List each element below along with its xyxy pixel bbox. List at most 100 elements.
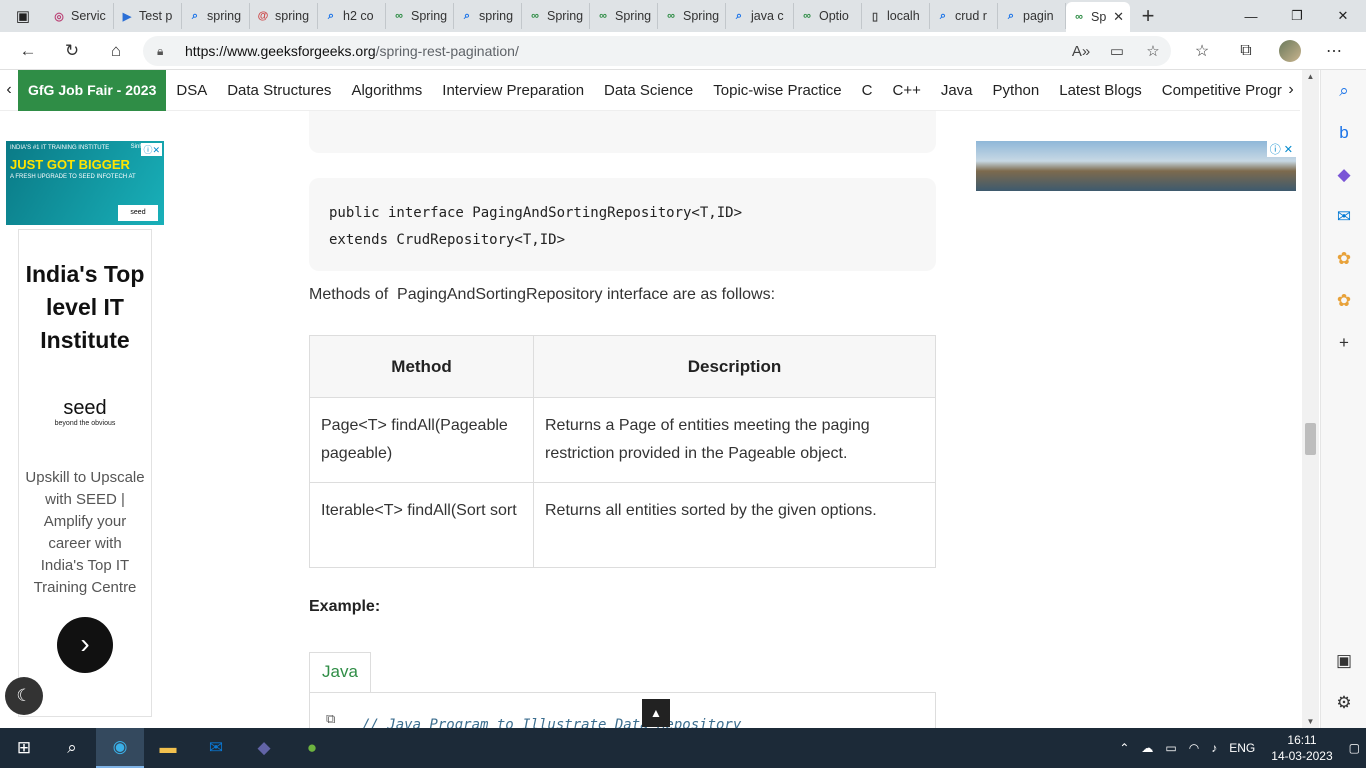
scroll-up-icon[interactable]: ▲: [1302, 72, 1319, 81]
browser-tab-label: crud r: [955, 9, 987, 23]
browser-tab[interactable]: ◎ Servic: [46, 3, 114, 29]
nav-left-arrow-icon[interactable]: ‹: [0, 81, 18, 99]
nav-link[interactable]: Data Science: [594, 70, 703, 111]
favorites-icon[interactable]: ☆: [1180, 41, 1224, 61]
gfg-icon: ∞: [803, 10, 811, 22]
ad-next-button[interactable]: ›: [57, 617, 113, 673]
more-menu-icon[interactable]: ⋯: [1312, 41, 1356, 61]
table-cell: Returns all entities sorted by the given…: [533, 482, 936, 568]
close-icon[interactable]: ✕: [1113, 9, 1124, 25]
scroll-down-icon[interactable]: ▼: [1302, 717, 1319, 726]
example-code-block: ⧉ // Java Program to Illustrate Data Rep…: [309, 692, 936, 733]
teams-icon[interactable]: ◆: [240, 728, 288, 768]
add-favorite-icon[interactable]: ☆: [1135, 42, 1171, 60]
ad-info-icon[interactable]: ⓘ ✕: [1266, 141, 1296, 157]
nav-link[interactable]: Data Structures: [217, 70, 341, 111]
tools-icon[interactable]: ✿: [1321, 280, 1366, 322]
volume-icon[interactable]: ♪: [1205, 741, 1223, 755]
profile-avatar[interactable]: [1268, 40, 1312, 62]
settings-icon[interactable]: ⚙: [1321, 682, 1366, 724]
wifi-icon[interactable]: ◠: [1183, 741, 1205, 755]
browser-tab[interactable]: ⌕ java c: [726, 3, 794, 29]
nav-link[interactable]: C: [852, 70, 883, 111]
restore-icon[interactable]: ❐: [1274, 0, 1320, 32]
search-icon[interactable]: ⌕: [48, 728, 96, 768]
nav-link[interactable]: Java: [931, 70, 983, 111]
new-tab-button[interactable]: +: [1130, 3, 1166, 29]
collections-icon[interactable]: ⧉: [1224, 42, 1268, 60]
browser-tab[interactable]: ∞ Spring: [522, 3, 590, 29]
right-advertisement[interactable]: ⓘ ✕: [976, 141, 1296, 191]
ad-title: India's Top level IT Institute: [25, 261, 145, 353]
file-explorer-icon[interactable]: ▬: [144, 728, 192, 768]
browser-tab[interactable]: ∞ Spring: [658, 3, 726, 29]
bing-icon[interactable]: b: [1321, 112, 1366, 154]
notification-icon[interactable]: ▢: [1343, 741, 1366, 755]
outlook-icon[interactable]: ✉: [1321, 196, 1366, 238]
nav-link[interactable]: C++: [882, 70, 930, 111]
nav-right-arrow-icon[interactable]: ›: [1282, 81, 1300, 99]
scroll-thumb[interactable]: [1305, 423, 1316, 455]
games-icon[interactable]: ✿: [1321, 238, 1366, 280]
search-icon[interactable]: ⌕: [1321, 70, 1366, 112]
search-icon: ⌕: [463, 9, 471, 22]
read-aloud-icon[interactable]: A»: [1063, 43, 1099, 60]
dark-mode-toggle-icon[interactable]: ☾: [5, 677, 43, 715]
nav-link[interactable]: Competitive Progra: [1152, 70, 1282, 111]
code-line: extends CrudRepository<T,ID>: [329, 232, 566, 248]
nav-link[interactable]: DSA: [166, 70, 217, 111]
clock[interactable]: 16:11 14-03-2023: [1261, 732, 1342, 764]
browser-tab-label: java c: [751, 9, 784, 23]
ad-banner[interactable]: INDIA'S #1 IT TRAINING INSTITUTE Sinhaga…: [6, 141, 164, 225]
battery-icon[interactable]: ▭: [1159, 741, 1182, 755]
onedrive-icon[interactable]: ☁: [1135, 741, 1159, 755]
ad-banner-logo: seed: [118, 205, 158, 221]
browser-tab[interactable]: ▯ localh: [862, 3, 930, 29]
page-scrollbar[interactable]: ▲ ▼: [1302, 70, 1319, 728]
tab-java[interactable]: Java: [309, 652, 371, 692]
browser-tab[interactable]: ⌕ pagin: [998, 3, 1066, 29]
spring-tool-icon[interactable]: ●: [288, 728, 336, 768]
page-icon: ▯: [871, 10, 879, 23]
copy-icon[interactable]: ⧉: [326, 711, 335, 727]
window-controls: — ❐ ✕: [1228, 0, 1366, 32]
browser-tab[interactable]: ∞ Spring: [590, 3, 658, 29]
scroll-to-top-button[interactable]: ▲: [642, 699, 670, 727]
browser-tab[interactable]: ▶ Test p: [114, 3, 182, 29]
browser-tab[interactable]: ⌕ h2 co: [318, 3, 386, 29]
browser-tab[interactable]: ∞ Spring: [386, 3, 454, 29]
outlook-taskbar-icon[interactable]: ✉: [192, 728, 240, 768]
nav-link[interactable]: Topic-wise Practice: [703, 70, 851, 111]
browser-tab[interactable]: ⌕ spring: [454, 3, 522, 29]
gfg-icon: ∞: [1075, 11, 1083, 23]
ad-logo: seed beyond the obvious: [19, 397, 151, 427]
active-tab[interactable]: ∞ Sp ✕: [1066, 2, 1130, 32]
office-icon[interactable]: ◆: [1321, 154, 1366, 196]
nav-link[interactable]: Interview Preparation: [432, 70, 594, 111]
browser-tab[interactable]: @ spring: [250, 3, 318, 29]
ad-close-icon[interactable]: ⓘ✕: [141, 143, 162, 156]
ad-body[interactable]: India's Top level IT Institute seed beyon…: [18, 229, 152, 717]
address-bar[interactable]: 🔒︎ https://www.geeksforgeeks.org/spring-…: [143, 36, 1171, 66]
browser-tab[interactable]: ∞ Optio: [794, 3, 862, 29]
home-icon[interactable]: ⌂: [94, 32, 138, 70]
nav-link[interactable]: Latest Blogs: [1049, 70, 1152, 111]
nav-link[interactable]: Algorithms: [341, 70, 432, 111]
minimize-icon[interactable]: —: [1228, 0, 1274, 32]
browser-tab[interactable]: ⌕ crud r: [930, 3, 998, 29]
left-advertisement[interactable]: INDIA'S #1 IT TRAINING INSTITUTE Sinhaga…: [6, 141, 164, 717]
tray-chevron-icon[interactable]: ⌃: [1113, 741, 1135, 755]
browser-tab[interactable]: ⌕ spring: [182, 3, 250, 29]
back-icon[interactable]: ←: [6, 32, 50, 70]
language-indicator[interactable]: ENG: [1223, 741, 1261, 755]
close-window-icon[interactable]: ✕: [1320, 0, 1366, 32]
tab-actions-icon[interactable]: ▣: [0, 0, 46, 32]
edge-taskbar-icon[interactable]: ◉: [96, 728, 144, 768]
nav-link[interactable]: Python: [983, 70, 1050, 111]
add-icon[interactable]: +: [1321, 322, 1366, 364]
immersive-reader-icon[interactable]: ▭: [1099, 42, 1135, 60]
refresh-icon[interactable]: ↻: [50, 32, 94, 70]
job-fair-link[interactable]: GfG Job Fair - 2023: [18, 69, 167, 111]
sidebar-toggle-icon[interactable]: ▣: [1321, 640, 1366, 682]
windows-start-icon[interactable]: ⊞: [0, 728, 48, 768]
